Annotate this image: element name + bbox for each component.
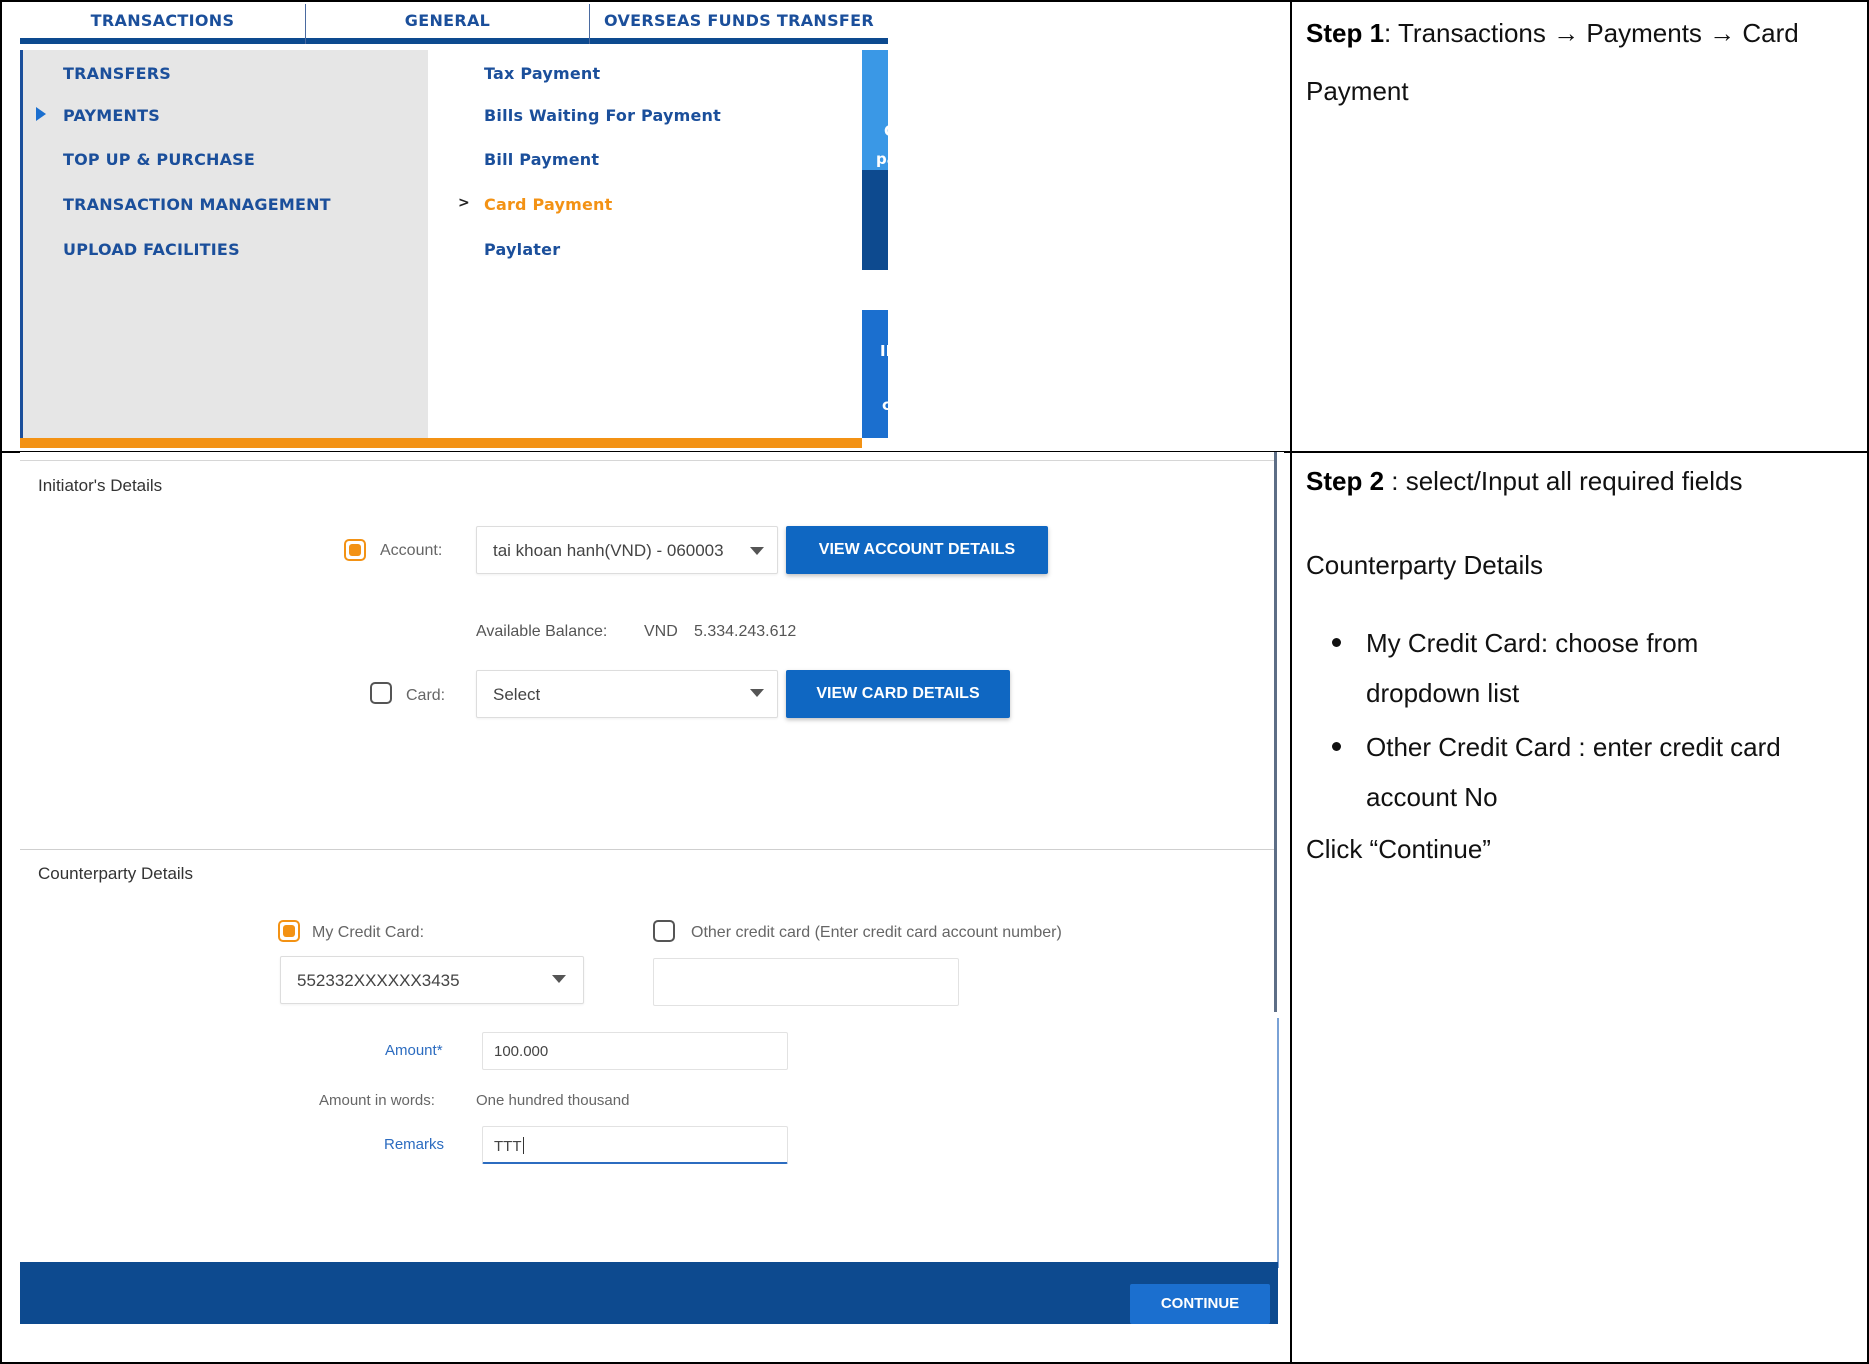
card-select[interactable]: Select: [476, 670, 778, 718]
my-credit-card-checkbox[interactable]: [278, 920, 300, 942]
menu-tab-bar: TRANSACTIONS GENERAL OVERSEAS FUNDS TRAN…: [20, 4, 888, 44]
instruction-bullets: My Credit Card: choose from dropdown lis…: [1306, 618, 1846, 822]
available-balance-label: Available Balance:: [476, 623, 608, 640]
menu-item-transaction-management[interactable]: TRANSACTION MANAGEMENT: [63, 195, 331, 214]
remarks-input-value: TTT: [494, 1137, 524, 1155]
amount-label: Amount*: [385, 1042, 443, 1059]
bullet-icon: [1332, 638, 1341, 647]
peek-text: ce: [882, 396, 888, 414]
menu-item-upload-facilities[interactable]: UPLOAD FACILITIES: [63, 240, 240, 259]
peek-text: IDA: [880, 342, 888, 360]
submenu-item-bill-payment[interactable]: Bill Payment: [484, 150, 599, 169]
selected-triangle-icon: [36, 107, 46, 121]
step2-text: : select/Input all required fields: [1384, 466, 1743, 496]
menu-item-transfers[interactable]: TRANSFERS: [63, 64, 171, 83]
submenu-item-bills-waiting[interactable]: Bills Waiting For Payment: [484, 106, 721, 125]
bullet-line: Other Credit Card : enter credit card: [1366, 732, 1781, 762]
continue-button[interactable]: CONTINUE: [1130, 1284, 1270, 1324]
step1-text-cont: Payment: [1306, 76, 1409, 106]
tab-overseas-funds-transfer[interactable]: OVERSEAS FUNDS TRANSFER: [590, 4, 888, 44]
card-checkbox[interactable]: [370, 682, 392, 704]
amount-input-value: 100.000: [494, 1043, 549, 1060]
remarks-label: Remarks: [384, 1136, 445, 1153]
submenu-item-paylater[interactable]: Paylater: [484, 240, 560, 259]
peek-text: Ch: [884, 122, 888, 140]
amount-input[interactable]: 100.000: [482, 1032, 788, 1070]
menu-left-edge: [20, 50, 23, 438]
step1-instruction: Step 1: Transactions → Payments → Card: [1306, 8, 1799, 58]
amount-in-words-label: Amount in words:: [319, 1092, 435, 1109]
step2-label: Step 2: [1306, 466, 1385, 496]
background-page-peek: Ch par IDA ce: [862, 50, 888, 438]
remarks-input[interactable]: TTT: [482, 1126, 788, 1164]
bullet-line: dropdown list: [1366, 678, 1520, 708]
account-select[interactable]: tai khoan hanh(VND) - 060003: [476, 526, 778, 574]
bullet-item: My Credit Card: choose from dropdown lis…: [1306, 618, 1846, 718]
available-balance-value: 5.334.243.612: [694, 623, 797, 640]
bullet-line: account No: [1366, 782, 1498, 812]
table-border-left: [0, 0, 2, 1364]
view-account-details-button[interactable]: VIEW ACCOUNT DETAILS: [786, 526, 1048, 574]
form-right-border-lower: [1277, 1018, 1279, 1268]
my-credit-card-select[interactable]: 552332XXXXXX3435: [280, 956, 584, 1004]
peek-text: par: [876, 150, 888, 168]
click-continue-instruction: Click “Continue”: [1306, 834, 1491, 864]
account-select-value: tai khoan hanh(VND) - 060003: [493, 541, 724, 560]
step2-instruction: Step 2 : select/Input all required field…: [1306, 456, 1742, 506]
step1-label: Step 1: [1306, 18, 1385, 48]
menu-item-top-up-purchase[interactable]: TOP UP & PURCHASE: [63, 150, 255, 169]
menu-item-payments[interactable]: PAYMENTS: [63, 106, 160, 125]
form-footer-bar: [20, 1262, 1278, 1324]
available-balance-currency: VND: [644, 623, 678, 640]
menu-left-panel: TRANSFERS PAYMENTS TOP UP & PURCHASE TRA…: [20, 50, 428, 438]
text-caret: [522, 1137, 524, 1154]
submenu-item-card-payment[interactable]: Card Payment: [484, 195, 612, 214]
section-separator: [20, 849, 1274, 850]
submenu-item-tax-payment[interactable]: Tax Payment: [484, 64, 600, 83]
bullet-item: Other Credit Card : enter credit card ac…: [1306, 722, 1846, 822]
tab-transactions[interactable]: TRANSACTIONS: [20, 4, 306, 44]
account-checkbox[interactable]: [344, 539, 366, 561]
dropdown-arrow-icon: [552, 975, 566, 983]
my-credit-card-value: 552332XXXXXX3435: [297, 971, 460, 990]
other-credit-card-checkbox[interactable]: [653, 920, 675, 942]
table-column-divider: [1290, 0, 1292, 1364]
menu-bottom-accent: [20, 438, 862, 448]
amount-in-words-value: One hundred thousand: [476, 1092, 630, 1109]
card-label: Card:: [406, 687, 446, 704]
bullet-line: My Credit Card: choose from: [1366, 628, 1699, 658]
other-credit-card-label: Other credit card (Enter credit card acc…: [691, 924, 1062, 941]
menu-right-panel: Tax Payment Bills Waiting For Payment Bi…: [428, 50, 882, 438]
initiator-section-title: Initiator's Details: [38, 476, 163, 495]
bullet-icon: [1332, 742, 1341, 751]
form-right-border: [1274, 452, 1277, 1012]
remarks-text: TTT: [494, 1138, 522, 1155]
my-credit-card-label: My Credit Card:: [312, 924, 425, 941]
tab-general[interactable]: GENERAL: [306, 4, 590, 44]
form-screenshot: Initiator's Details Account: tai khoan h…: [20, 452, 1284, 1324]
dropdown-arrow-icon: [750, 547, 764, 555]
step1-text: : Transactions → Payments → Card: [1384, 18, 1799, 48]
dropdown-arrow-icon: [750, 689, 764, 697]
step1-instruction-cont: Payment: [1306, 66, 1409, 116]
form-top-line: [20, 460, 1274, 461]
table-border-top: [0, 0, 1869, 2]
view-card-details-button[interactable]: VIEW CARD DETAILS: [786, 670, 1010, 718]
card-select-value: Select: [493, 685, 541, 704]
chevron-right-icon: >: [458, 195, 470, 211]
account-label: Account:: [380, 542, 443, 559]
other-credit-card-input[interactable]: [653, 958, 959, 1006]
counterparty-heading: Counterparty Details: [1306, 550, 1543, 580]
menu-screenshot: TRANSACTIONS GENERAL OVERSEAS FUNDS TRAN…: [20, 4, 888, 448]
counterparty-section-title: Counterparty Details: [38, 864, 193, 883]
